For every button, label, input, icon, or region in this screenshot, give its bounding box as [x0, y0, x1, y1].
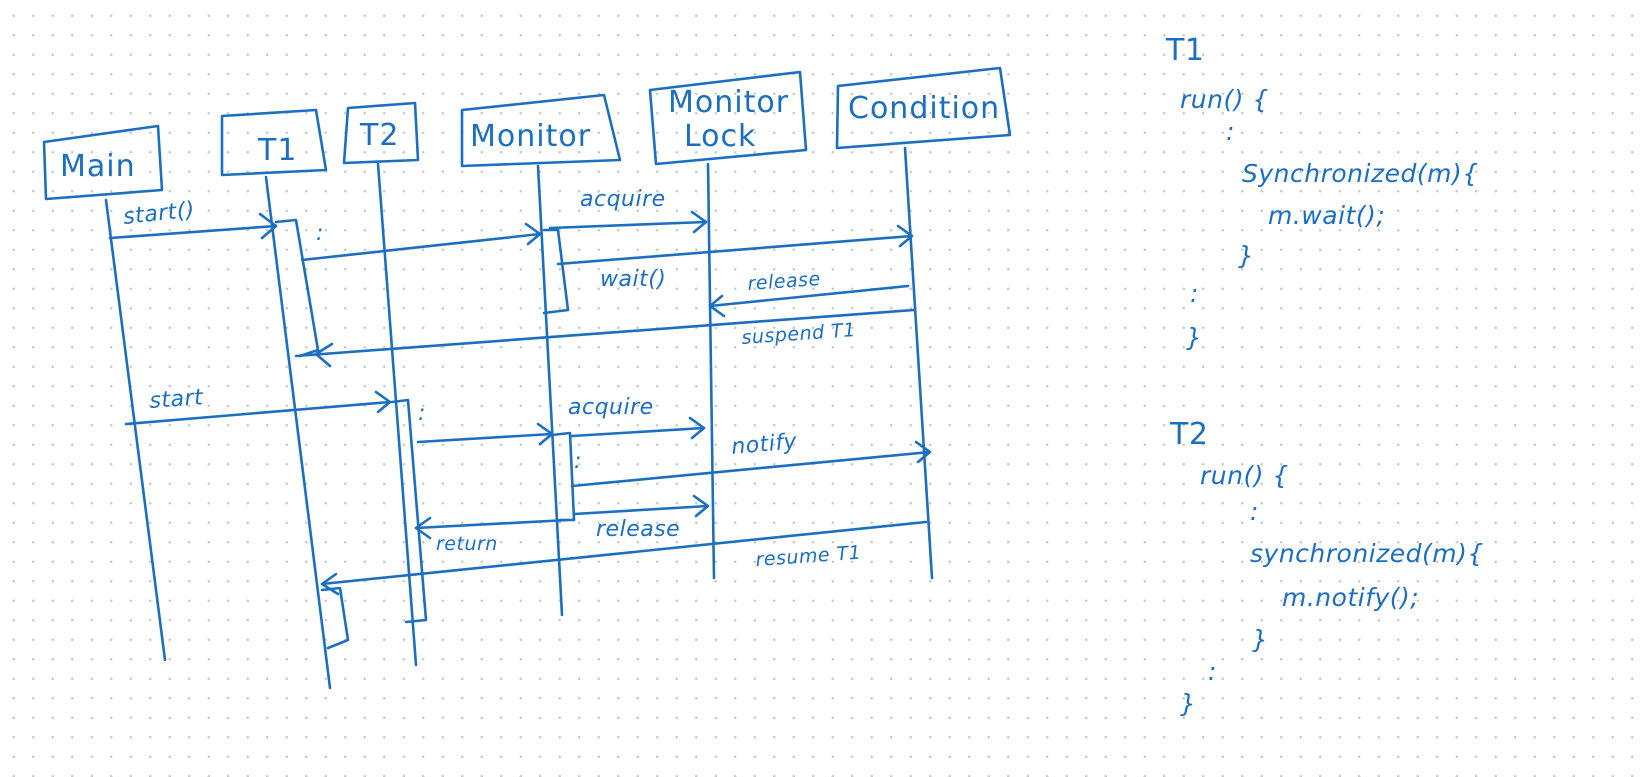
message-acquire-1-label: acquire: [580, 187, 666, 212]
code-t2-line: }: [1180, 689, 1196, 718]
code-block-t2: T2 run() { : synchronized(m){ m.notify()…: [1169, 417, 1484, 718]
code-t1-line: }: [1238, 241, 1254, 270]
code-t2-line: }: [1252, 625, 1268, 654]
code-t1-line: run() {: [1180, 85, 1269, 114]
message-notify-label: notify: [730, 429, 798, 460]
code-t1-line: Synchronized(m){: [1242, 159, 1479, 188]
code-t1-title: T1: [1165, 33, 1204, 68]
message-start-t2-label: start: [149, 385, 205, 414]
message-t1-monitor-arrow: [300, 232, 542, 262]
code-t2-line: m.notify();: [1282, 583, 1419, 612]
participant-main: Main: [42, 124, 164, 201]
ellipsis-t1: :: [316, 221, 324, 246]
code-t2-line: synchronized(m){: [1250, 539, 1484, 568]
message-acquire-2-label: acquire: [568, 395, 654, 420]
message-acquire-2-arrow: [570, 426, 706, 438]
participant-monitor-label: Monitor: [470, 119, 591, 154]
message-start-t1-label: start(): [122, 198, 196, 230]
messages: start() : acquire wait() release suspend…: [108, 187, 932, 596]
ellipsis-t2: :: [418, 401, 426, 426]
participant-condition-label: Condition: [848, 91, 1000, 126]
message-release-2-label: release: [596, 517, 680, 542]
participant-t2: T2: [342, 101, 420, 165]
code-t2-title: T2: [1169, 417, 1208, 452]
message-t2-monitor-arrow: [416, 432, 554, 444]
ellipsis-monitor: :: [574, 449, 582, 474]
code-t2-line: run() {: [1200, 461, 1289, 490]
message-return-arrow: [414, 518, 570, 530]
code-t2-line: :: [1208, 657, 1217, 686]
code-t1-line: m.wait();: [1268, 201, 1385, 230]
activation-monitor-first: [542, 228, 570, 315]
code-t1-line: }: [1186, 323, 1202, 352]
message-resume-label: resume T1: [755, 542, 862, 571]
participant-t1-label: T1: [257, 133, 297, 168]
message-wait-arrow: [556, 234, 914, 266]
participant-monitor-lock-label-line2: Lock: [684, 119, 756, 154]
participant-monitor-lock: Monitor Lock: [648, 70, 808, 166]
message-acquire-1-arrow: [548, 220, 708, 230]
participant-monitor: Monitor: [460, 93, 622, 168]
activations: [274, 218, 576, 650]
lifeline-main: [104, 198, 167, 662]
lifeline-monitor-lock: [706, 162, 716, 580]
lifeline-t1: [264, 175, 332, 690]
message-release-1-label: release: [747, 268, 822, 295]
participant-t2-label: T2: [359, 118, 399, 153]
code-t1-line: :: [1226, 117, 1235, 146]
message-release-2-arrow: [572, 504, 710, 516]
activation-t1-first: [274, 218, 320, 358]
participant-monitor-lock-label-line1: Monitor: [668, 85, 789, 120]
message-wait-label: wait(): [600, 267, 666, 292]
code-block-t1: T1 run() { : Synchronized(m){ m.wait(); …: [1165, 33, 1479, 352]
activation-t1-second: [320, 586, 350, 650]
message-suspend-label: suspend T1: [741, 319, 857, 349]
participant-condition: Condition: [835, 66, 1012, 150]
code-t1-line: :: [1190, 279, 1199, 308]
participant-main-label: Main: [60, 149, 136, 184]
sequence-diagram-canvas: Main T1 T2 Monitor Monitor Lock Conditio…: [42, 33, 1484, 718]
lifeline-condition: [903, 146, 934, 580]
message-return-label: return: [436, 533, 498, 555]
code-t2-line: :: [1250, 497, 1259, 526]
participant-t1: T1: [220, 108, 328, 177]
